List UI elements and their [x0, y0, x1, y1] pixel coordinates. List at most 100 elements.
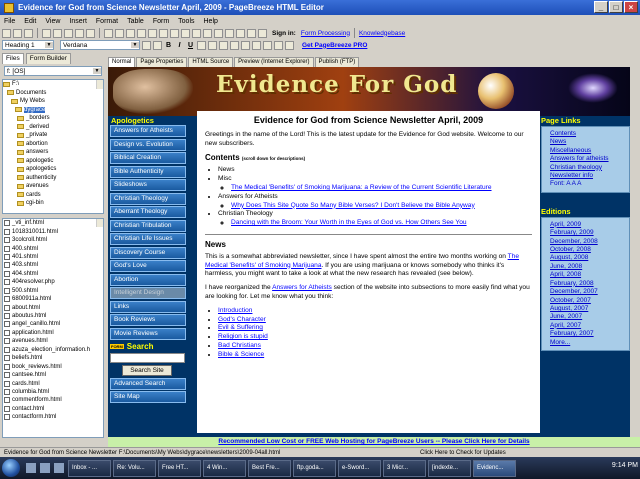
edition-link[interactable]: February, 2007	[550, 330, 629, 338]
folder-item[interactable]: abortion	[3, 140, 103, 149]
file-item[interactable]: 404resolver.php	[3, 278, 103, 286]
subsection-link[interactable]: Religion is stupid	[218, 333, 268, 340]
align-center-icon[interactable]	[208, 40, 217, 50]
nav-gods-love[interactable]: God's Love	[110, 260, 186, 272]
folder-item[interactable]: answers	[3, 148, 103, 157]
menu-view[interactable]: View	[45, 18, 60, 25]
copy-icon[interactable]	[53, 28, 62, 38]
quicklaunch-desktop-icon[interactable]	[26, 463, 36, 473]
file-item[interactable]: contact.html	[3, 405, 103, 413]
nav-slideshows[interactable]: Slideshows	[110, 179, 186, 191]
tab-publish[interactable]: Publish (FTP)	[314, 57, 360, 67]
edition-link[interactable]: June, 2008	[550, 263, 629, 271]
italic-icon[interactable]: I	[175, 41, 184, 50]
subsection-link[interactable]: Introduction	[218, 307, 252, 314]
quicklaunch-browser-icon[interactable]	[40, 463, 50, 473]
file-item[interactable]: cards.html	[3, 379, 103, 387]
font-select[interactable]: Verdana	[60, 40, 140, 50]
page-link[interactable]: Answers for atheists	[550, 155, 629, 163]
cut-icon[interactable]	[42, 28, 51, 38]
folder-item[interactable]: avenues	[3, 182, 103, 191]
page-link[interactable]: Newsletter info	[550, 172, 629, 180]
page-link[interactable]: Christian theology	[550, 164, 629, 172]
edition-link[interactable]: February, 2008	[550, 280, 629, 288]
tab-form-builder[interactable]: Form Builder	[25, 53, 71, 64]
file-item[interactable]: 3colcroll.html	[3, 236, 103, 244]
form-processing-link[interactable]: Form Processing	[301, 30, 350, 37]
folder-item[interactable]: apologetics	[3, 165, 103, 174]
toc-link-bible-verses[interactable]: Why Does This Site Quote So Many Bible V…	[231, 202, 475, 209]
nav-intelligent-design[interactable]: Intelligent Design	[110, 287, 186, 299]
insert-link-icon[interactable]	[115, 28, 124, 38]
nav-biblical-creation[interactable]: Biblical Creation	[110, 152, 186, 164]
preview-icon[interactable]	[181, 28, 190, 38]
nav-answers-for-atheists[interactable]: Answers for Atheists	[110, 125, 186, 137]
redo-icon[interactable]	[86, 28, 95, 38]
highlight-icon[interactable]	[285, 40, 294, 50]
back-icon[interactable]	[203, 28, 212, 38]
edition-link[interactable]: June, 2007	[550, 313, 629, 321]
undo-icon[interactable]	[75, 28, 84, 38]
nav-christian-life-issues[interactable]: Christian Life Issues	[110, 233, 186, 245]
nav-abortion[interactable]: Abortion	[110, 273, 186, 286]
hosting-promo-link[interactable]: Recommended Low Cost or FREE Web Hosting…	[108, 437, 640, 447]
edition-link[interactable]: August, 2008	[550, 254, 629, 262]
folder-item[interactable]: cards	[3, 191, 103, 200]
nav-aberrant-theology[interactable]: Aberrant Theology	[110, 206, 186, 218]
site-search-input[interactable]	[110, 352, 185, 363]
edition-link[interactable]: August, 2007	[550, 305, 629, 313]
file-item[interactable]: azuza_election_information.h	[3, 346, 103, 354]
numbered-list-icon[interactable]	[241, 40, 250, 50]
indent-icon[interactable]	[274, 40, 283, 50]
menu-format[interactable]: Format	[96, 18, 118, 25]
style-select[interactable]: Heading 1	[2, 40, 54, 50]
edition-link[interactable]: December, 2008	[550, 238, 629, 246]
taskbar-item-active[interactable]: Evidenc...	[473, 459, 516, 477]
file-item[interactable]: 6800911a.html	[3, 295, 103, 303]
editor-canvas[interactable]: Evidence For God Apologetics Answers for…	[108, 67, 630, 437]
nav-christian-tribulation[interactable]: Christian Tribulation	[110, 219, 186, 232]
tab-files[interactable]: Files	[2, 53, 24, 64]
subsection-link[interactable]: Evil & Suffering	[218, 324, 263, 331]
taskbar-item[interactable]: Best Fre...	[248, 459, 291, 477]
edition-link[interactable]: February, 2009	[550, 229, 629, 237]
file-item[interactable]: 404.shtml	[3, 270, 103, 278]
file-item[interactable]: 403.shtml	[3, 261, 103, 269]
font-color-icon[interactable]	[153, 40, 162, 50]
nav-christian-theology[interactable]: Christian Theology	[110, 192, 186, 205]
new-icon[interactable]	[2, 28, 11, 38]
get-pro-link[interactable]: Get PageBreeze PRO	[302, 42, 367, 49]
file-item[interactable]: avenues.html	[3, 337, 103, 345]
toc-link-marijuana[interactable]: The Medical 'Benefits' of Smoking Mariju…	[231, 184, 492, 191]
check-updates-link[interactable]: Click Here to Check for Updates	[420, 450, 506, 456]
taskbar-item[interactable]: 4 Win...	[203, 459, 246, 477]
folder-item[interactable]: _private	[3, 131, 103, 140]
bookmark-icon[interactable]	[170, 28, 179, 38]
quicklaunch-mail-icon[interactable]	[54, 463, 64, 473]
align-right-icon[interactable]	[219, 40, 228, 50]
nav-movie-reviews[interactable]: Movie Reviews	[110, 327, 186, 340]
underline-icon[interactable]: U	[186, 41, 195, 50]
insert-table-icon[interactable]	[126, 28, 135, 38]
drive-select[interactable]: f: [OS]	[4, 66, 102, 76]
font-size-control[interactable]: Font: A A A	[550, 180, 581, 187]
folder-item[interactable]: _derived	[3, 123, 103, 132]
taskbar-item[interactable]: Inbox - ...	[68, 459, 111, 477]
tab-html-source[interactable]: HTML Source	[188, 57, 234, 67]
file-item[interactable]: 500.shtml	[3, 287, 103, 295]
page-link[interactable]: News	[550, 138, 629, 146]
insert-image-icon[interactable]	[104, 28, 113, 38]
file-item[interactable]: 400.shtml	[3, 244, 103, 252]
file-item[interactable]: commentform.html	[3, 396, 103, 404]
folder-item-selected[interactable]: dygrace	[3, 106, 103, 115]
file-item[interactable]: about.html	[3, 303, 103, 311]
folder-item[interactable]: apologetic	[3, 157, 103, 166]
outdent-icon[interactable]	[263, 40, 272, 50]
tab-preview[interactable]: Preview (Internet Explorer)	[234, 57, 314, 67]
minimize-button[interactable]: _	[594, 1, 608, 13]
start-button-icon[interactable]	[2, 459, 20, 477]
nav-links[interactable]: Links	[110, 300, 186, 313]
menu-form[interactable]: Form	[153, 18, 169, 25]
file-item[interactable]: 401.shtml	[3, 253, 103, 261]
taskbar-item[interactable]: [indexte...	[428, 459, 471, 477]
